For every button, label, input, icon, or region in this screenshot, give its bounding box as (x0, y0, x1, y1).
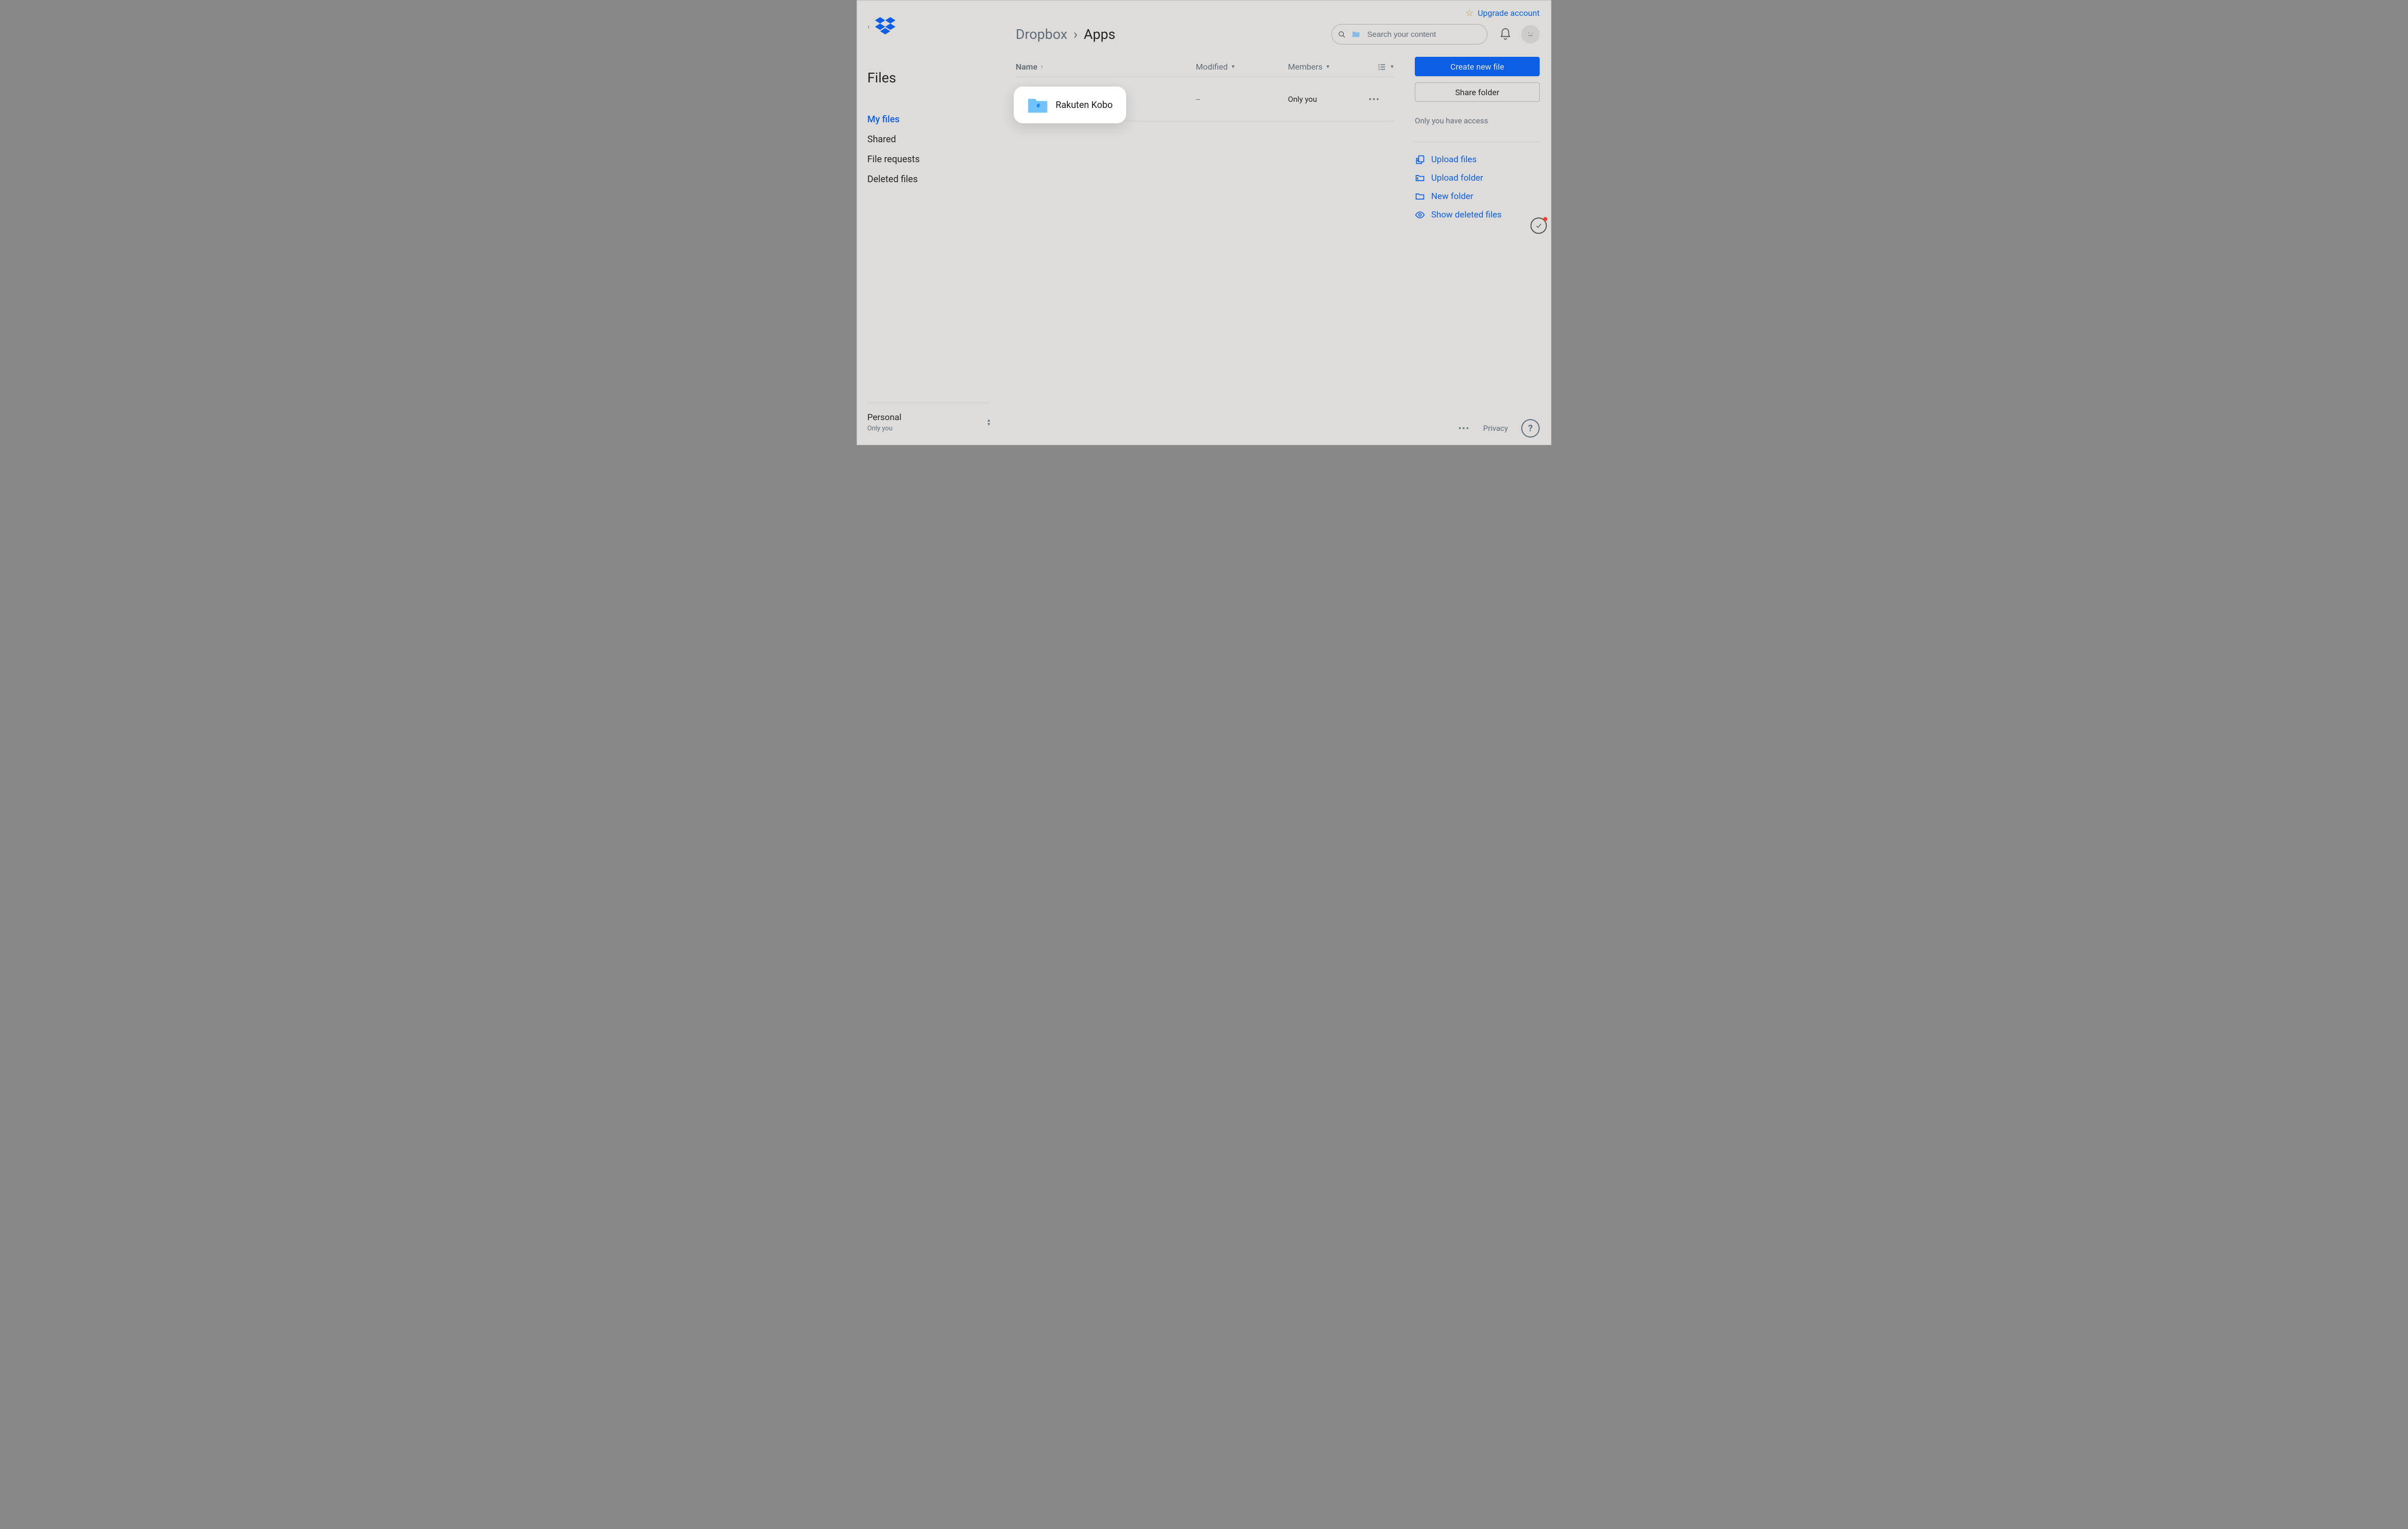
search-box[interactable] (1331, 24, 1487, 45)
upload-folder-icon (1415, 173, 1425, 183)
column-header-name[interactable]: Name↑ (1016, 62, 1196, 72)
row-members: Only you (1288, 95, 1349, 104)
column-header-members[interactable]: Members▼ (1288, 62, 1349, 72)
upgrade-label: Upgrade account (1478, 8, 1540, 18)
checkmark-icon (1535, 222, 1542, 229)
highlighted-folder[interactable]: Rakuten Kobo (1014, 86, 1126, 123)
sidebar-heading: Files (867, 70, 990, 86)
bell-icon[interactable] (1499, 28, 1512, 41)
sidebar-item-file-requests[interactable]: File requests (867, 154, 990, 165)
upload-files-link[interactable]: Upload files (1415, 155, 1540, 165)
view-options[interactable]: ▼ (1377, 62, 1394, 72)
dropdown-caret-icon: ▼ (1326, 64, 1330, 70)
app-folder-icon (1027, 96, 1048, 114)
account-switcher[interactable]: Personal Only you ▴▾ (867, 403, 990, 445)
upload-files-icon (1415, 155, 1425, 165)
share-folder-button[interactable]: Share folder (1415, 82, 1540, 102)
sidebar-item-my-files[interactable]: My files (867, 114, 990, 125)
breadcrumb-root[interactable]: Dropbox (1016, 26, 1067, 42)
eye-icon (1415, 210, 1425, 220)
search-icon (1338, 31, 1346, 38)
help-button[interactable]: ? (1521, 419, 1540, 438)
show-deleted-files-link[interactable]: Show deleted files (1415, 210, 1540, 220)
ellipsis-icon: ••• (1369, 95, 1380, 104)
sort-asc-icon: ↑ (1040, 63, 1043, 70)
access-note: Only you have access (1415, 116, 1540, 125)
dropbox-logo[interactable] (875, 16, 895, 36)
sidebar-item-shared[interactable]: Shared (867, 134, 990, 145)
privacy-link[interactable]: Privacy (1483, 424, 1508, 433)
column-header-modified[interactable]: Modified▼ (1196, 62, 1288, 72)
breadcrumb: Dropbox › Apps (1016, 26, 1115, 42)
sidebar-item-deleted-files[interactable]: Deleted files (867, 174, 990, 185)
back-chevron-icon[interactable]: ‹ (867, 21, 870, 31)
new-folder-icon (1415, 191, 1425, 202)
account-sub: Only you (867, 425, 902, 432)
list-view-icon (1377, 62, 1387, 72)
footer-more-button[interactable]: ••• (1458, 424, 1470, 433)
dropdown-caret-icon: ▼ (1231, 64, 1235, 70)
breadcrumb-current: Apps (1084, 26, 1115, 42)
new-folder-link[interactable]: New folder (1415, 191, 1540, 202)
star-icon: ☆ (1465, 8, 1474, 18)
row-modified: -- (1196, 95, 1288, 104)
search-input[interactable] (1366, 30, 1481, 39)
sync-status-badge[interactable] (1530, 217, 1547, 234)
breadcrumb-sep: › (1074, 26, 1078, 42)
highlighted-folder-name: Rakuten Kobo (1056, 100, 1112, 111)
account-label: Personal (867, 412, 902, 423)
upload-folder-link[interactable]: Upload folder (1415, 173, 1540, 183)
upgrade-account-link[interactable]: ☆ Upgrade account (1465, 8, 1540, 18)
dropdown-caret-icon: ▼ (1390, 64, 1394, 70)
avatar[interactable] (1521, 25, 1540, 43)
row-more-button[interactable]: ••• (1369, 95, 1394, 104)
search-scope-folder-icon[interactable] (1351, 30, 1361, 38)
account-caret-icon: ▴▾ (988, 419, 990, 427)
create-new-file-button[interactable]: Create new file (1415, 57, 1540, 76)
